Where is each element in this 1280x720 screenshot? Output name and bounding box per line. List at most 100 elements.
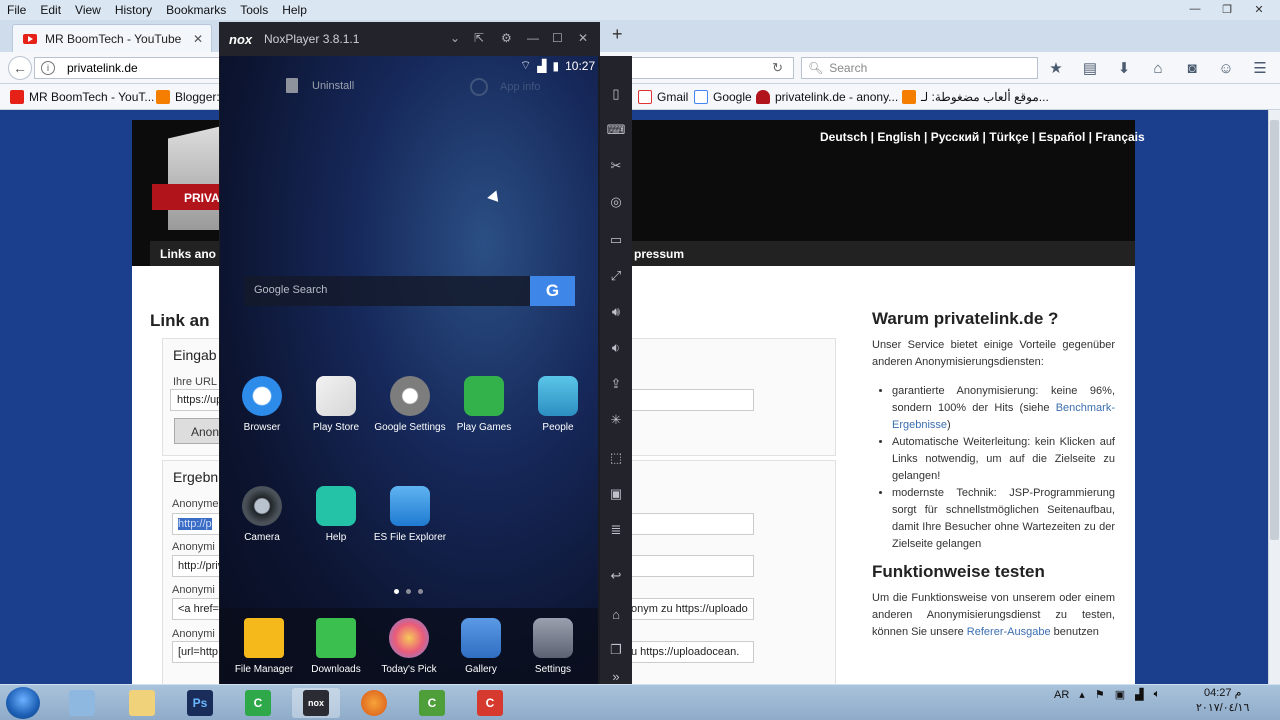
minimize-icon[interactable]: —	[527, 31, 539, 45]
menu-file[interactable]: File	[0, 3, 33, 17]
bookmark-google[interactable]: Google	[694, 90, 752, 104]
referer-link[interactable]: Referer-Ausgabe	[967, 626, 1051, 638]
taskbar-app-red[interactable]: C	[466, 688, 514, 718]
reload-icon[interactable]: ↻	[772, 60, 783, 76]
bookmark-label: MR BoomTech - YouT...	[29, 90, 155, 104]
minimize-icon[interactable]: —	[1182, 0, 1208, 18]
bookmark-blogger[interactable]: Blogger:	[156, 90, 220, 104]
search-input[interactable]: 🔍︎ Search	[801, 57, 1038, 79]
app-help[interactable]: Help	[296, 486, 376, 543]
google-g-icon[interactable]: G	[530, 276, 575, 306]
taskbar-camtasia[interactable]: C	[234, 688, 282, 718]
app-file-manager[interactable]: File Manager	[224, 618, 304, 675]
network-icon[interactable]: ▟	[1135, 688, 1143, 701]
reading-list-icon[interactable]: ▤	[1080, 58, 1100, 78]
back-button[interactable]: ←	[8, 56, 32, 80]
taskbar-photoshop[interactable]: Ps	[176, 688, 224, 718]
nav-link-home[interactable]: Links ano	[160, 247, 216, 261]
bookmark-youtube[interactable]: MR BoomTech - YouT...	[10, 90, 154, 104]
app-browser[interactable]: Browser	[222, 376, 302, 433]
app-google-settings[interactable]: Google Settings	[370, 376, 450, 433]
taskbar-clock[interactable]: 04:27 م ٢٠١٧/٠٤/١٦	[1196, 686, 1249, 716]
bookmark-privatelink[interactable]: privatelink.de - anony...	[756, 90, 898, 104]
blogger-icon	[156, 90, 170, 104]
volume-up-icon[interactable]: 🔊︎	[607, 304, 625, 320]
language-links[interactable]: Deutsch | English | Русский | Türkçe | E…	[820, 130, 1145, 144]
menu-help[interactable]: Help	[275, 3, 314, 17]
bookmark-gmail[interactable]: Gmail	[638, 90, 688, 104]
apk-install-icon[interactable]: ▯	[607, 86, 625, 102]
gear-icon[interactable]: ⚙	[501, 31, 512, 45]
taskbar-nox[interactable]: nox	[292, 688, 340, 718]
restore-icon[interactable]: ❐	[1214, 0, 1240, 18]
app-camera[interactable]: Camera	[222, 486, 302, 543]
page-scrollbar[interactable]	[1268, 110, 1280, 685]
location-icon[interactable]: ◎	[607, 194, 625, 210]
menu-edit[interactable]: Edit	[33, 3, 68, 17]
screen-icon[interactable]: ▭	[607, 232, 625, 248]
taskbar-explorer[interactable]	[118, 688, 166, 718]
screenshot-scissors-icon[interactable]: ✂	[607, 158, 625, 174]
stack-icon[interactable]: ≣	[607, 522, 625, 538]
app-downloads[interactable]: Downloads	[296, 618, 376, 675]
scrollbar-thumb[interactable]	[1270, 120, 1279, 540]
download-icon[interactable]: ⬇	[1114, 58, 1134, 78]
uninstall-target[interactable]: Uninstall	[286, 78, 354, 93]
volume-down-icon[interactable]: 🔉︎	[607, 340, 625, 356]
app-es-file-explorer[interactable]: ES File Explorer	[370, 486, 450, 543]
maximize-icon[interactable]: ☐	[552, 31, 563, 45]
bookmark-star-icon[interactable]: ★	[1046, 58, 1066, 78]
home-icon[interactable]: ⌂	[1148, 58, 1168, 78]
app-info-target[interactable]: App info	[470, 78, 540, 96]
close-icon[interactable]: ✕	[1246, 0, 1272, 18]
import-icon[interactable]: ⇪	[607, 376, 625, 392]
account-icon[interactable]: ☺	[1216, 58, 1236, 78]
advantages-list: garantierte Anonymisierung: keine 96%, s…	[892, 383, 1115, 553]
menu-history[interactable]: History	[108, 3, 159, 17]
app-todays-pick[interactable]: Today's Pick	[369, 618, 449, 675]
google-search-bar[interactable]: Google Search G	[244, 276, 575, 306]
result-value: <a href=	[178, 603, 219, 615]
new-tab-button[interactable]: +	[612, 24, 623, 45]
tab-youtube[interactable]: MR BoomTech - YouTube ✕	[12, 24, 212, 52]
tab-close-icon[interactable]: ✕	[193, 32, 203, 46]
app-gallery[interactable]: Gallery	[441, 618, 521, 675]
pocket-icon[interactable]: ◙	[1182, 58, 1202, 78]
nav-link-impressum[interactable]: pressum	[634, 247, 684, 261]
macro-icon[interactable]: ⬚	[607, 450, 625, 466]
home-icon[interactable]: ⌂	[607, 606, 625, 622]
app-people[interactable]: People	[518, 376, 598, 433]
expand-icon[interactable]: »	[607, 668, 625, 684]
show-hidden-icons-icon[interactable]: ▴	[1079, 688, 1085, 701]
app-play-store[interactable]: Play Store	[296, 376, 376, 433]
nox-titlebar[interactable]: nox NoxPlayer 3.8.1.1 ⌄ ⇱ ⚙ — ☐ ✕	[219, 22, 600, 56]
start-button[interactable]	[6, 687, 40, 719]
status-bar: ⌔ ▟ ▮ 10:27	[520, 58, 595, 73]
taskbar-notepad[interactable]	[58, 688, 106, 718]
taskbar-firefox[interactable]	[350, 688, 398, 718]
keyboard-icon[interactable]: ⌨	[607, 122, 626, 138]
menu-view[interactable]: View	[68, 3, 108, 17]
menu-tools[interactable]: Tools	[233, 3, 275, 17]
close-icon[interactable]: ✕	[578, 31, 588, 45]
action-center-icon[interactable]: ▣	[1115, 688, 1125, 701]
youtube-icon	[10, 90, 24, 104]
app-settings[interactable]: Settings	[513, 618, 593, 675]
recent-apps-icon[interactable]: ❐	[607, 642, 625, 658]
info-icon[interactable]: i	[41, 61, 55, 75]
back-arrow-icon[interactable]: ↩	[607, 568, 625, 584]
flag-icon[interactable]: ⚑	[1095, 688, 1105, 701]
fullscreen-icon[interactable]: ⤢	[607, 268, 625, 284]
chevron-down-icon[interactable]: ⌄	[450, 31, 460, 45]
multi-instance-icon[interactable]: ▣	[607, 486, 625, 502]
app-play-games[interactable]: Play Games	[444, 376, 524, 433]
volume-icon[interactable]: 🔈︎	[1154, 688, 1161, 701]
signal-icon: ▟	[537, 58, 547, 73]
taskbar-camtasia-recorder[interactable]: C	[408, 688, 456, 718]
bookmark-games[interactable]: موقع ألعاب مضغوطة: لـ...	[902, 90, 1049, 104]
pin-icon[interactable]: ⇱	[474, 31, 484, 45]
language-indicator[interactable]: AR	[1054, 689, 1069, 701]
menu-bookmarks[interactable]: Bookmarks	[159, 3, 233, 17]
shake-icon[interactable]: ✳	[607, 412, 625, 428]
hamburger-menu-icon[interactable]: ☰	[1250, 58, 1270, 78]
